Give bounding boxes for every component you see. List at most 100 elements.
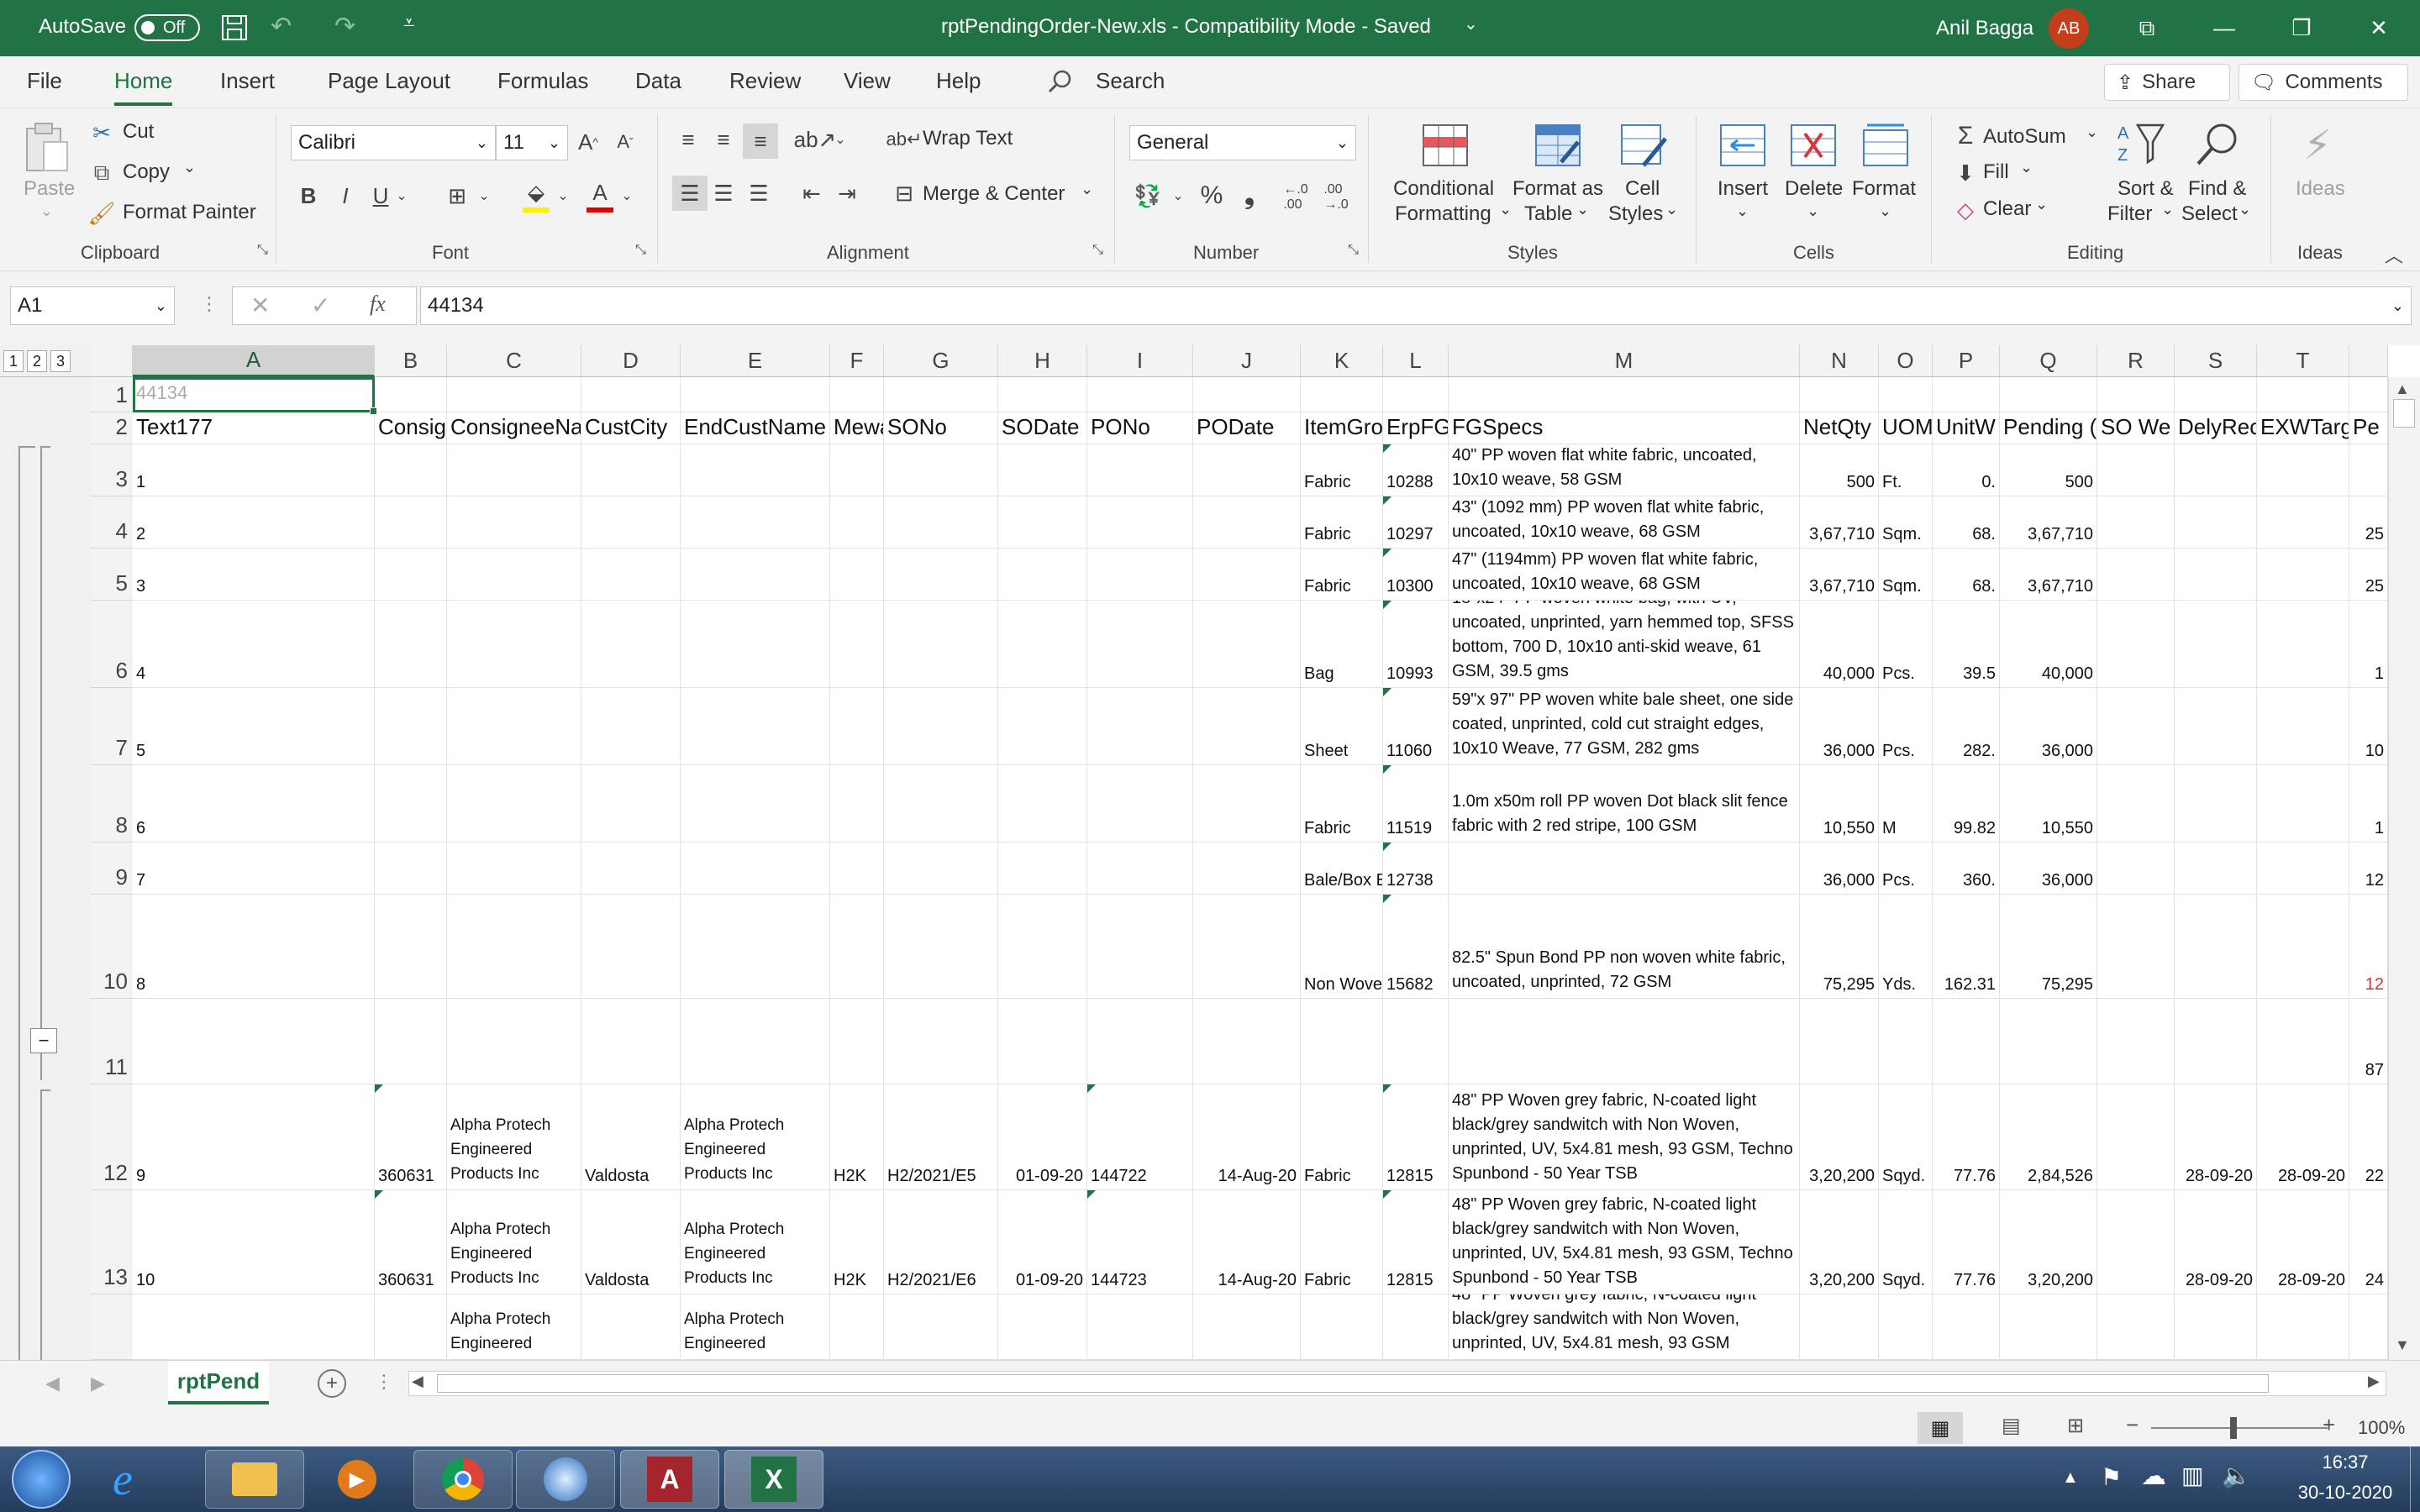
cell-b8[interactable] [375, 765, 447, 843]
cell-f12[interactable]: H2K [830, 1084, 884, 1190]
cell-e13[interactable]: Alpha Protech Engineered Products Inc [681, 1190, 830, 1294]
tab-file[interactable]: File [27, 68, 62, 94]
cell-m13[interactable]: 48" PP Woven grey fabric, N-coated light… [1449, 1190, 1800, 1294]
horizontal-scroll-thumb[interactable] [437, 1374, 2269, 1393]
cell-a2[interactable]: Text177 [133, 412, 375, 444]
name-box[interactable]: A1 ⌄ [10, 286, 175, 325]
cell-n2[interactable]: NetQty [1800, 412, 1879, 444]
formula-input[interactable]: 44134 ⌄ [420, 286, 2412, 325]
cell-d14[interactable] [581, 1294, 681, 1360]
zoom-in-icon[interactable]: + [2323, 1412, 2335, 1438]
share-button[interactable]: ⇪ Share [2104, 64, 2230, 101]
cell-i5[interactable] [1087, 549, 1193, 601]
cell-m1[interactable] [1449, 377, 1800, 412]
cell-n9[interactable]: 36,000 [1800, 843, 1879, 895]
cell-u10[interactable]: 12 [2349, 895, 2388, 999]
cell-j13[interactable]: 14-Aug-20 [1193, 1190, 1301, 1294]
cell-g2[interactable]: SONo [884, 412, 998, 444]
clipboard-launcher-icon[interactable]: ⤡ [257, 243, 268, 258]
select-all-corner[interactable] [91, 345, 133, 377]
cell-o6[interactable]: Pcs. [1879, 601, 1933, 688]
fill-button[interactable]: Fill [1983, 160, 2009, 184]
cell-p7[interactable]: 282. [1933, 688, 2000, 765]
increase-decimal-icon[interactable]: ←.0.00 [1279, 181, 1313, 214]
column-header-a[interactable]: A [133, 345, 375, 377]
cell-f14[interactable] [830, 1294, 884, 1360]
cell-h9[interactable] [998, 843, 1087, 895]
accounting-dropdown-icon[interactable]: ⌄ [1170, 181, 1186, 211]
cell-k2[interactable]: ItemGro [1301, 412, 1383, 444]
page-layout-view-icon[interactable]: ▤ [2002, 1414, 2021, 1438]
cell-d11[interactable] [581, 999, 681, 1084]
cell-d9[interactable] [581, 843, 681, 895]
cell-f10[interactable] [830, 895, 884, 999]
cell-n1[interactable] [1800, 377, 1879, 412]
cell-t8[interactable] [2257, 765, 2349, 843]
cell-l3[interactable]: 10288 [1383, 444, 1449, 496]
cell-c10[interactable] [447, 895, 581, 999]
cell-k4[interactable]: Fabric [1301, 496, 1383, 549]
minimize-icon[interactable]: — [2195, 0, 2254, 56]
cell-l14[interactable] [1383, 1294, 1449, 1360]
wrap-text-icon[interactable]: ab↵ [886, 125, 923, 154]
cell-g3[interactable] [884, 444, 998, 496]
cell-c4[interactable] [447, 496, 581, 549]
fill-dropdown-icon[interactable]: ⌄ [2020, 159, 2033, 176]
column-header-g[interactable]: G [884, 345, 998, 377]
action-center-icon[interactable]: ⚑ [2101, 1463, 2122, 1491]
cell-d8[interactable] [581, 765, 681, 843]
cell-g5[interactable] [884, 549, 998, 601]
cell-d6[interactable] [581, 601, 681, 688]
cell-m7[interactable]: 59"x 97" PP woven white bale sheet, one … [1449, 688, 1800, 765]
conditional-formatting-label-1[interactable]: Conditional [1393, 177, 1494, 201]
cell-t1[interactable] [2257, 377, 2349, 412]
row-header[interactable]: 10 [91, 895, 133, 999]
cell-m14[interactable]: 48" PP Woven grey fabric, N-coated light… [1449, 1294, 1800, 1360]
cell-l13[interactable]: 12815 [1383, 1190, 1449, 1294]
cell-g12[interactable]: H2/2021/E5 [884, 1084, 998, 1190]
insert-cells-icon[interactable] [1718, 122, 1768, 169]
cell-styles-dropdown-icon[interactable]: ⌄ [1665, 201, 1678, 218]
cell-q5[interactable]: 3,67,710 [2000, 549, 2097, 601]
cell-g1[interactable] [884, 377, 998, 412]
cell-p11[interactable] [1933, 999, 2000, 1084]
cell-f13[interactable]: H2K [830, 1190, 884, 1294]
cell-t13[interactable]: 28-09-20 [2257, 1190, 2349, 1294]
cell-h14[interactable] [998, 1294, 1087, 1360]
paste-icon[interactable] [22, 120, 72, 171]
cell-q14[interactable] [2000, 1294, 2097, 1360]
cell-e14[interactable]: Alpha Protech Engineered [681, 1294, 830, 1360]
column-header-s[interactable]: S [2175, 345, 2257, 377]
sort-filter-icon[interactable]: AZ [2116, 120, 2166, 167]
column-header-t[interactable]: T [2257, 345, 2349, 377]
cell-g11[interactable] [884, 999, 998, 1084]
cell-r7[interactable] [2097, 688, 2175, 765]
cell-e7[interactable] [681, 688, 830, 765]
column-header-c[interactable]: C [447, 345, 581, 377]
cell-p9[interactable]: 360. [1933, 843, 2000, 895]
cell-c8[interactable] [447, 765, 581, 843]
zoom-slider-thumb[interactable] [2230, 1417, 2237, 1439]
cell-n12[interactable]: 3,20,200 [1800, 1084, 1879, 1190]
cell-b13[interactable]: 360631 [375, 1190, 447, 1294]
search-icon[interactable] [1047, 68, 1074, 99]
cell-h10[interactable] [998, 895, 1087, 999]
clear-button[interactable]: Clear [1983, 197, 2031, 221]
cell-o2[interactable]: UOM [1879, 412, 1933, 444]
format-cells-icon[interactable] [1860, 122, 1911, 169]
column-header-i[interactable]: I [1087, 345, 1193, 377]
cell-r3[interactable] [2097, 444, 2175, 496]
prev-sheet-icon[interactable]: ◀ [45, 1373, 60, 1394]
outline-level-2[interactable]: 2 [27, 350, 47, 372]
chrome-icon[interactable] [413, 1450, 513, 1509]
page-break-view-icon[interactable]: ⊞ [2067, 1414, 2084, 1438]
cell-t11[interactable] [2257, 999, 2349, 1084]
cell-e2[interactable]: EndCustName [681, 412, 830, 444]
format-as-table-label-1[interactable]: Format as [1512, 177, 1603, 201]
thunderbird-icon[interactable] [516, 1450, 615, 1509]
outline-level-3[interactable]: 3 [50, 350, 71, 372]
normal-view-icon[interactable]: ▦ [1918, 1412, 1963, 1444]
format-painter-button[interactable]: Format Painter [123, 201, 256, 224]
tab-data[interactable]: Data [635, 68, 681, 94]
search-box[interactable]: Search [1096, 68, 1165, 94]
